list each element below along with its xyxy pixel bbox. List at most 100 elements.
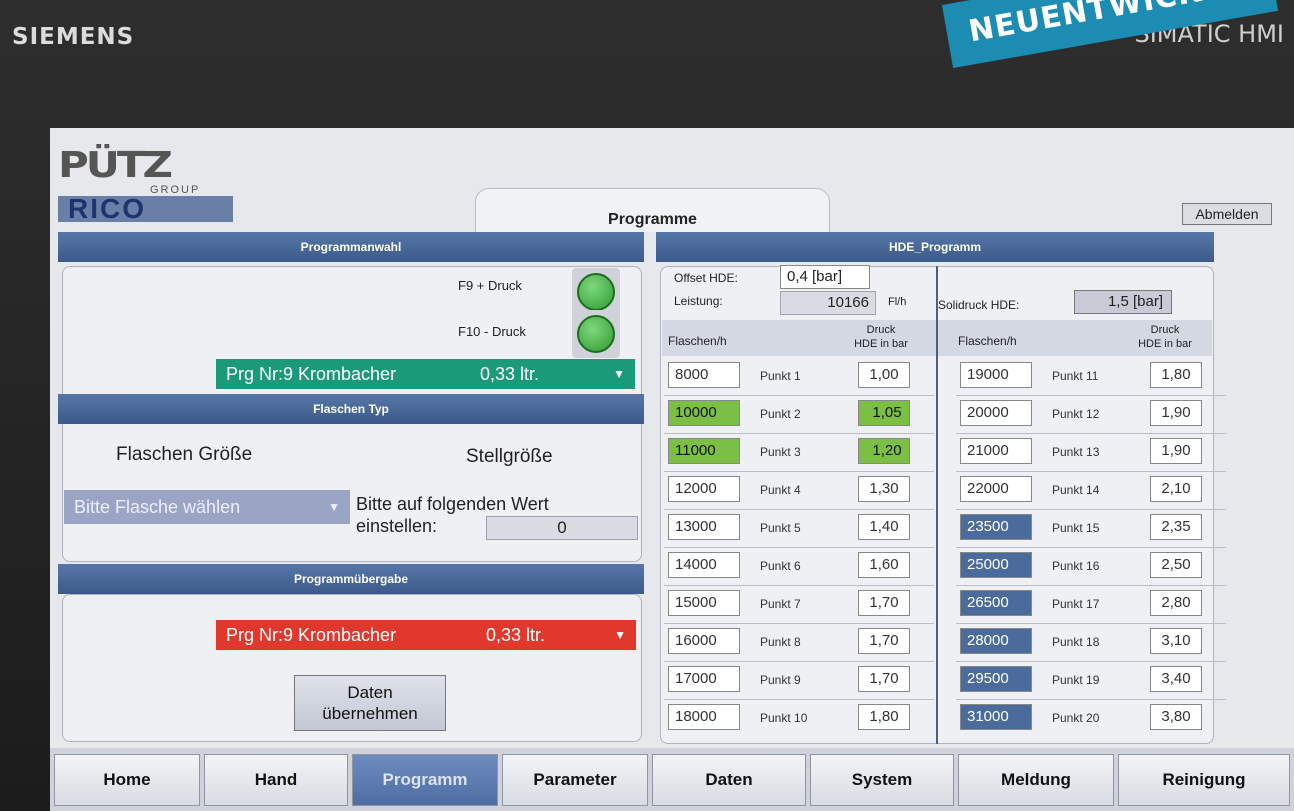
pressure-field[interactable]: 1,70: [858, 666, 910, 692]
pressure-field[interactable]: 1,80: [1150, 362, 1202, 388]
bottles-field[interactable]: 18000: [668, 704, 740, 730]
power-unit: Fl/h: [888, 296, 907, 308]
instruction-line2: einstellen:: [356, 516, 438, 536]
point-label: Punkt 3: [760, 445, 801, 459]
bottles-field[interactable]: 11000: [668, 438, 740, 464]
transfer-program-value: Prg Nr:9 Krombacher: [226, 625, 397, 645]
brand-label: SIEMENS: [12, 24, 135, 50]
row-separator: [664, 547, 934, 548]
col-pressure-right-1: Druck: [1150, 324, 1180, 336]
point-label: Punkt 13: [1052, 445, 1100, 459]
pressure-field[interactable]: 1,05: [858, 400, 910, 426]
f10-indicator-icon[interactable]: [577, 315, 615, 353]
apply-data-button[interactable]: Daten übernehmen: [294, 675, 446, 731]
pressure-field[interactable]: 1,30: [858, 476, 910, 502]
power-label: Leistung:: [674, 294, 723, 308]
pressure-field[interactable]: 3,80: [1150, 704, 1202, 730]
bottles-field[interactable]: 29500: [960, 666, 1032, 692]
bottles-field[interactable]: 13000: [668, 514, 740, 540]
offset-label: Offset HDE:: [674, 271, 738, 285]
pressure-field[interactable]: 1,70: [858, 590, 910, 616]
bottles-field[interactable]: 19000: [960, 362, 1032, 388]
row-separator: [956, 623, 1226, 624]
row-separator: [664, 395, 934, 396]
transfer-program-dropdown[interactable]: Prg Nr:9 Krombacher 0,33 ltr. ▼: [216, 620, 636, 650]
row-separator: [956, 661, 1226, 662]
pressure-field[interactable]: 1,20: [858, 438, 910, 464]
chevron-down-icon: ▼: [328, 500, 340, 514]
point-label: Punkt 7: [760, 597, 801, 611]
bottles-field[interactable]: 25000: [960, 552, 1032, 578]
f9-indicator-icon[interactable]: [577, 273, 615, 311]
bottles-field[interactable]: 16000: [668, 628, 740, 654]
chevron-down-icon: ▼: [613, 367, 625, 381]
row-separator: [664, 433, 934, 434]
power-value: 10166: [780, 291, 876, 315]
point-label: Punkt 10: [760, 711, 808, 725]
point-label: Punkt 12: [1052, 407, 1100, 421]
nav-reinigung[interactable]: Reinigung: [1118, 754, 1290, 806]
bottles-field[interactable]: 14000: [668, 552, 740, 578]
bottles-field[interactable]: 12000: [668, 476, 740, 502]
point-label: Punkt 5: [760, 521, 801, 535]
pressure-field[interactable]: 1,40: [858, 514, 910, 540]
row-separator: [956, 395, 1226, 396]
logo-bottom-text: RICO: [58, 195, 233, 223]
bottles-field[interactable]: 10000: [668, 400, 740, 426]
logout-button[interactable]: Abmelden: [1182, 203, 1272, 225]
solid-pressure-value[interactable]: 1,5 [bar]: [1074, 290, 1172, 314]
f10-label: F10 - Druck: [458, 324, 526, 339]
instruction-line1: Bitte auf folgenden Wert: [356, 494, 549, 514]
hde-header: HDE_Programm: [656, 232, 1214, 262]
pressure-field[interactable]: 1,80: [858, 704, 910, 730]
nav-meldung[interactable]: Meldung: [958, 754, 1114, 806]
bottles-field[interactable]: 8000: [668, 362, 740, 388]
programmuebergabe-header: Programmübergabe: [58, 564, 644, 594]
pressure-field[interactable]: 1,90: [1150, 400, 1202, 426]
program-select-dropdown[interactable]: Prg Nr:9 Krombacher 0,33 ltr. ▼: [216, 359, 635, 389]
pressure-field[interactable]: 1,00: [858, 362, 910, 388]
pressure-field[interactable]: 2,50: [1150, 552, 1202, 578]
point-label: Punkt 19: [1052, 673, 1100, 687]
program-select-volume: 0,33 ltr.: [480, 364, 540, 384]
bottles-field[interactable]: 17000: [668, 666, 740, 692]
nav-hand[interactable]: Hand: [204, 754, 348, 806]
pressure-field[interactable]: 2,10: [1150, 476, 1202, 502]
bottles-field[interactable]: 31000: [960, 704, 1032, 730]
pressure-field[interactable]: 2,35: [1150, 514, 1202, 540]
row-separator: [664, 699, 934, 700]
bottles-field[interactable]: 26500: [960, 590, 1032, 616]
bottles-field[interactable]: 23500: [960, 514, 1032, 540]
nav-programm[interactable]: Programm: [352, 754, 498, 806]
setting-value-display: 0: [486, 516, 638, 540]
bottles-field[interactable]: 22000: [960, 476, 1032, 502]
pressure-field[interactable]: 1,70: [858, 628, 910, 654]
column-divider: [936, 266, 938, 744]
pressure-field[interactable]: 3,10: [1150, 628, 1202, 654]
pressure-field[interactable]: 3,40: [1150, 666, 1202, 692]
nav-daten[interactable]: Daten: [652, 754, 806, 806]
pressure-field[interactable]: 2,80: [1150, 590, 1202, 616]
nav-system[interactable]: System: [810, 754, 954, 806]
nav-home[interactable]: Home: [54, 754, 200, 806]
bottles-field[interactable]: 15000: [668, 590, 740, 616]
point-label: Punkt 15: [1052, 521, 1100, 535]
pressure-field[interactable]: 1,60: [858, 552, 910, 578]
point-label: Punkt 1: [760, 369, 801, 383]
bottles-field[interactable]: 20000: [960, 400, 1032, 426]
nav-parameter[interactable]: Parameter: [502, 754, 648, 806]
bottles-field[interactable]: 21000: [960, 438, 1032, 464]
bottles-field[interactable]: 28000: [960, 628, 1032, 654]
point-label: Punkt 18: [1052, 635, 1100, 649]
bottle-select-dropdown[interactable]: Bitte Flasche wählen ▼: [64, 490, 350, 524]
col-pressure-right-2: HDE in bar: [1138, 338, 1192, 350]
point-label: Punkt 14: [1052, 483, 1100, 497]
col-bottles-right: Flaschen/h: [958, 334, 1017, 348]
row-separator: [664, 623, 934, 624]
point-label: Punkt 8: [760, 635, 801, 649]
apply-line2: übernehmen: [322, 704, 418, 723]
pressure-field[interactable]: 1,90: [1150, 438, 1202, 464]
logo-top-text: PÜTZ: [58, 143, 173, 186]
col-bottles-left: Flaschen/h: [668, 334, 727, 348]
offset-value[interactable]: 0,4 [bar]: [780, 265, 870, 289]
